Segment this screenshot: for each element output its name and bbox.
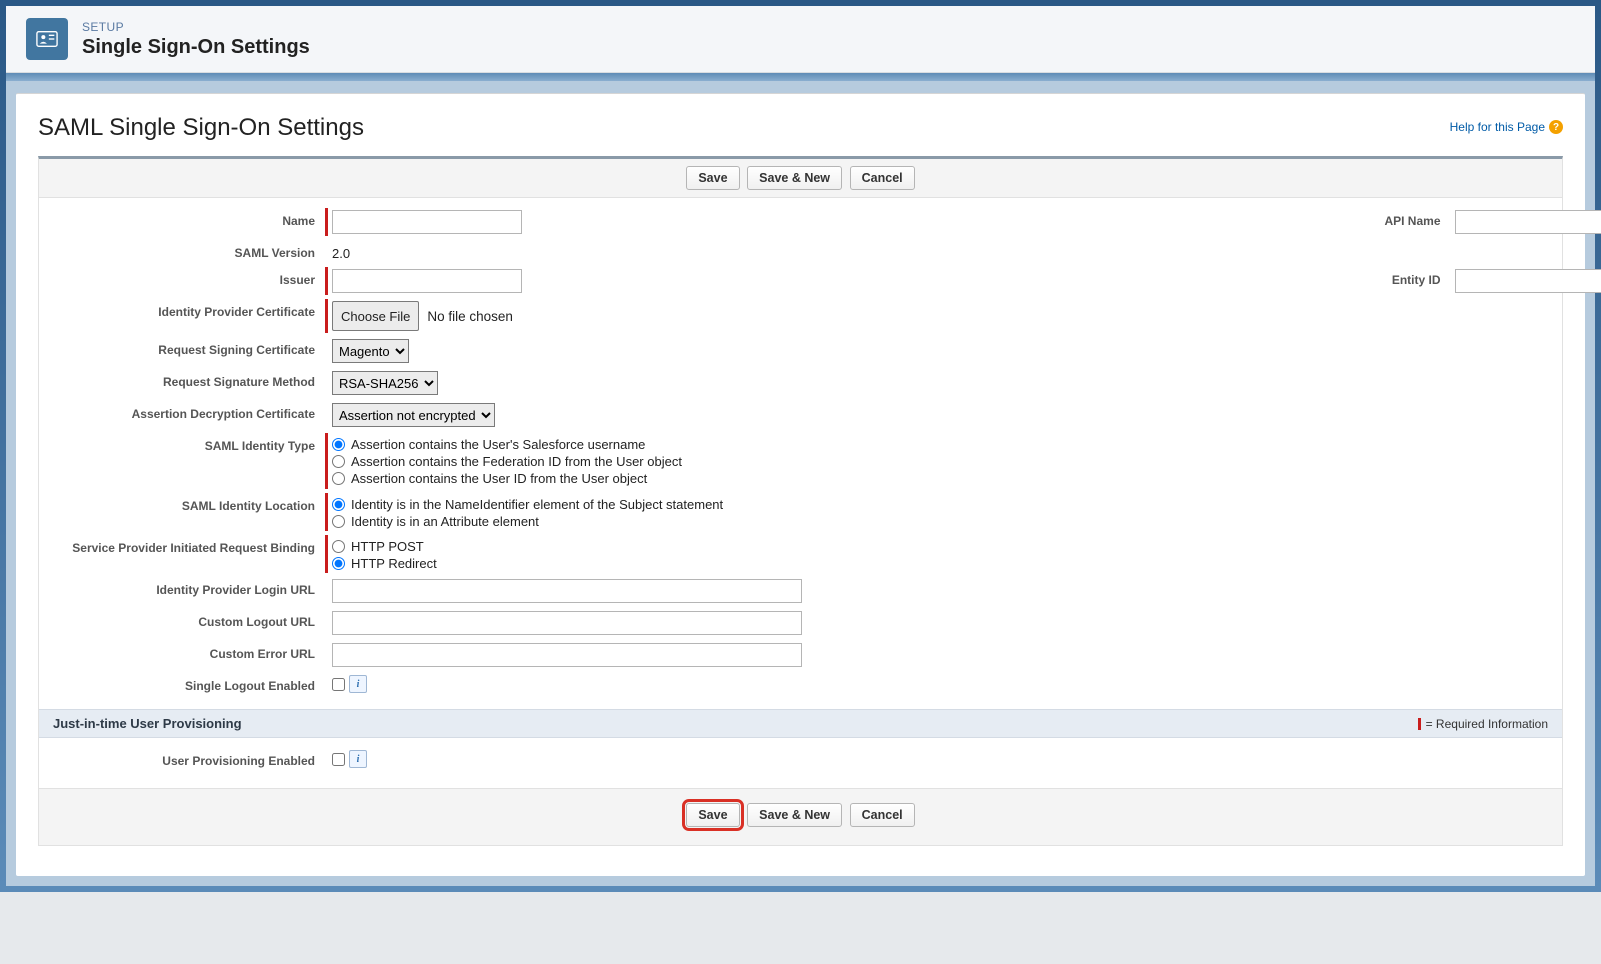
choose-file-button[interactable]: Choose File — [332, 301, 419, 331]
help-icon: ? — [1549, 120, 1563, 134]
custom-error-url-input[interactable] — [332, 643, 802, 667]
help-link-text: Help for this Page — [1450, 120, 1545, 134]
label-sp-binding: Service Provider Initiated Request Bindi… — [55, 535, 325, 555]
identity-location-option[interactable]: Identity is in an Attribute element — [332, 514, 723, 529]
cancel-button[interactable]: Cancel — [850, 803, 915, 827]
label-slo-enabled: Single Logout Enabled — [55, 673, 325, 693]
save-new-button[interactable]: Save & New — [747, 166, 842, 190]
save-button[interactable]: Save — [686, 166, 739, 190]
label-custom-error-url: Custom Error URL — [55, 641, 325, 661]
sp-binding-radios: HTTP POST HTTP Redirect — [332, 537, 437, 571]
label-idp-login-url: Identity Provider Login URL — [55, 577, 325, 597]
label-saml-identity-location: SAML Identity Location — [55, 493, 325, 513]
content-card: Help for this Page ? SAML Single Sign-On… — [16, 93, 1585, 876]
api-name-input[interactable] — [1455, 210, 1601, 234]
identity-type-option[interactable]: Assertion contains the User's Salesforce… — [332, 437, 682, 452]
identity-type-radios: Assertion contains the User's Salesforce… — [332, 435, 682, 486]
custom-logout-url-input[interactable] — [332, 611, 802, 635]
label-issuer: Issuer — [55, 267, 325, 287]
button-bar-top: Save Save & New Cancel — [39, 159, 1562, 198]
idp-login-url-input[interactable] — [332, 579, 802, 603]
required-indicator — [325, 535, 328, 573]
label-name: Name — [55, 208, 325, 228]
label-saml-identity-type: SAML Identity Type — [55, 433, 325, 453]
identity-location-radios: Identity is in the NameIdentifier elemen… — [332, 495, 723, 529]
label-entity-id: Entity ID — [801, 267, 1451, 287]
sp-binding-option[interactable]: HTTP Redirect — [332, 556, 437, 571]
label-idp-cert: Identity Provider Certificate — [55, 299, 325, 319]
help-link[interactable]: Help for this Page ? — [1450, 120, 1563, 134]
cancel-button[interactable]: Cancel — [850, 166, 915, 190]
identity-type-option[interactable]: Assertion contains the Federation ID fro… — [332, 454, 682, 469]
jit-section-header: Just-in-time User Provisioning = Require… — [39, 709, 1562, 738]
button-bar-bottom: Save Save & New Cancel — [39, 788, 1562, 845]
header-eyebrow: SETUP — [82, 20, 310, 34]
identity-type-option[interactable]: Assertion contains the User ID from the … — [332, 471, 682, 486]
label-user-prov-enabled: User Provisioning Enabled — [55, 748, 325, 768]
header-title: Single Sign-On Settings — [82, 36, 310, 59]
info-icon[interactable]: i — [349, 750, 367, 768]
issuer-input[interactable] — [332, 269, 522, 293]
label-api-name: API Name — [801, 208, 1451, 228]
jit-section-title: Just-in-time User Provisioning — [53, 716, 242, 731]
user-prov-enabled-checkbox[interactable] — [332, 753, 345, 766]
required-legend: = Required Information — [1418, 717, 1548, 731]
required-indicator — [325, 493, 328, 531]
identity-location-option[interactable]: Identity is in the NameIdentifier elemen… — [332, 497, 723, 512]
save-button[interactable]: Save — [686, 803, 739, 827]
setup-icon — [26, 18, 68, 60]
label-assert-decrypt: Assertion Decryption Certificate — [55, 401, 325, 421]
save-new-button[interactable]: Save & New — [747, 803, 842, 827]
label-saml-version: SAML Version — [55, 240, 325, 260]
slo-enabled-checkbox[interactable] — [332, 678, 345, 691]
assert-decrypt-select[interactable]: Assertion not encrypted — [332, 403, 495, 427]
required-indicator — [325, 208, 328, 236]
saml-version-value: 2.0 — [332, 242, 350, 261]
form-wrap: Save Save & New Cancel Name API Name — [38, 156, 1563, 846]
info-icon[interactable]: i — [349, 675, 367, 693]
required-indicator — [325, 299, 328, 333]
label-req-signing-cert: Request Signing Certificate — [55, 337, 325, 357]
req-signing-cert-select[interactable]: Magento — [332, 339, 409, 363]
sp-binding-option[interactable]: HTTP POST — [332, 539, 437, 554]
page-title: SAML Single Sign-On Settings — [38, 114, 1563, 142]
label-req-sig-method: Request Signature Method — [55, 369, 325, 389]
entity-id-input[interactable] — [1455, 269, 1601, 293]
required-indicator — [325, 267, 328, 295]
page-header: SETUP Single Sign-On Settings — [6, 6, 1595, 73]
file-status: No file chosen — [427, 309, 513, 324]
divider-band — [6, 73, 1595, 81]
req-sig-method-select[interactable]: RSA-SHA256 — [332, 371, 438, 395]
name-input[interactable] — [332, 210, 522, 234]
label-custom-logout-url: Custom Logout URL — [55, 609, 325, 629]
required-indicator — [325, 433, 328, 489]
